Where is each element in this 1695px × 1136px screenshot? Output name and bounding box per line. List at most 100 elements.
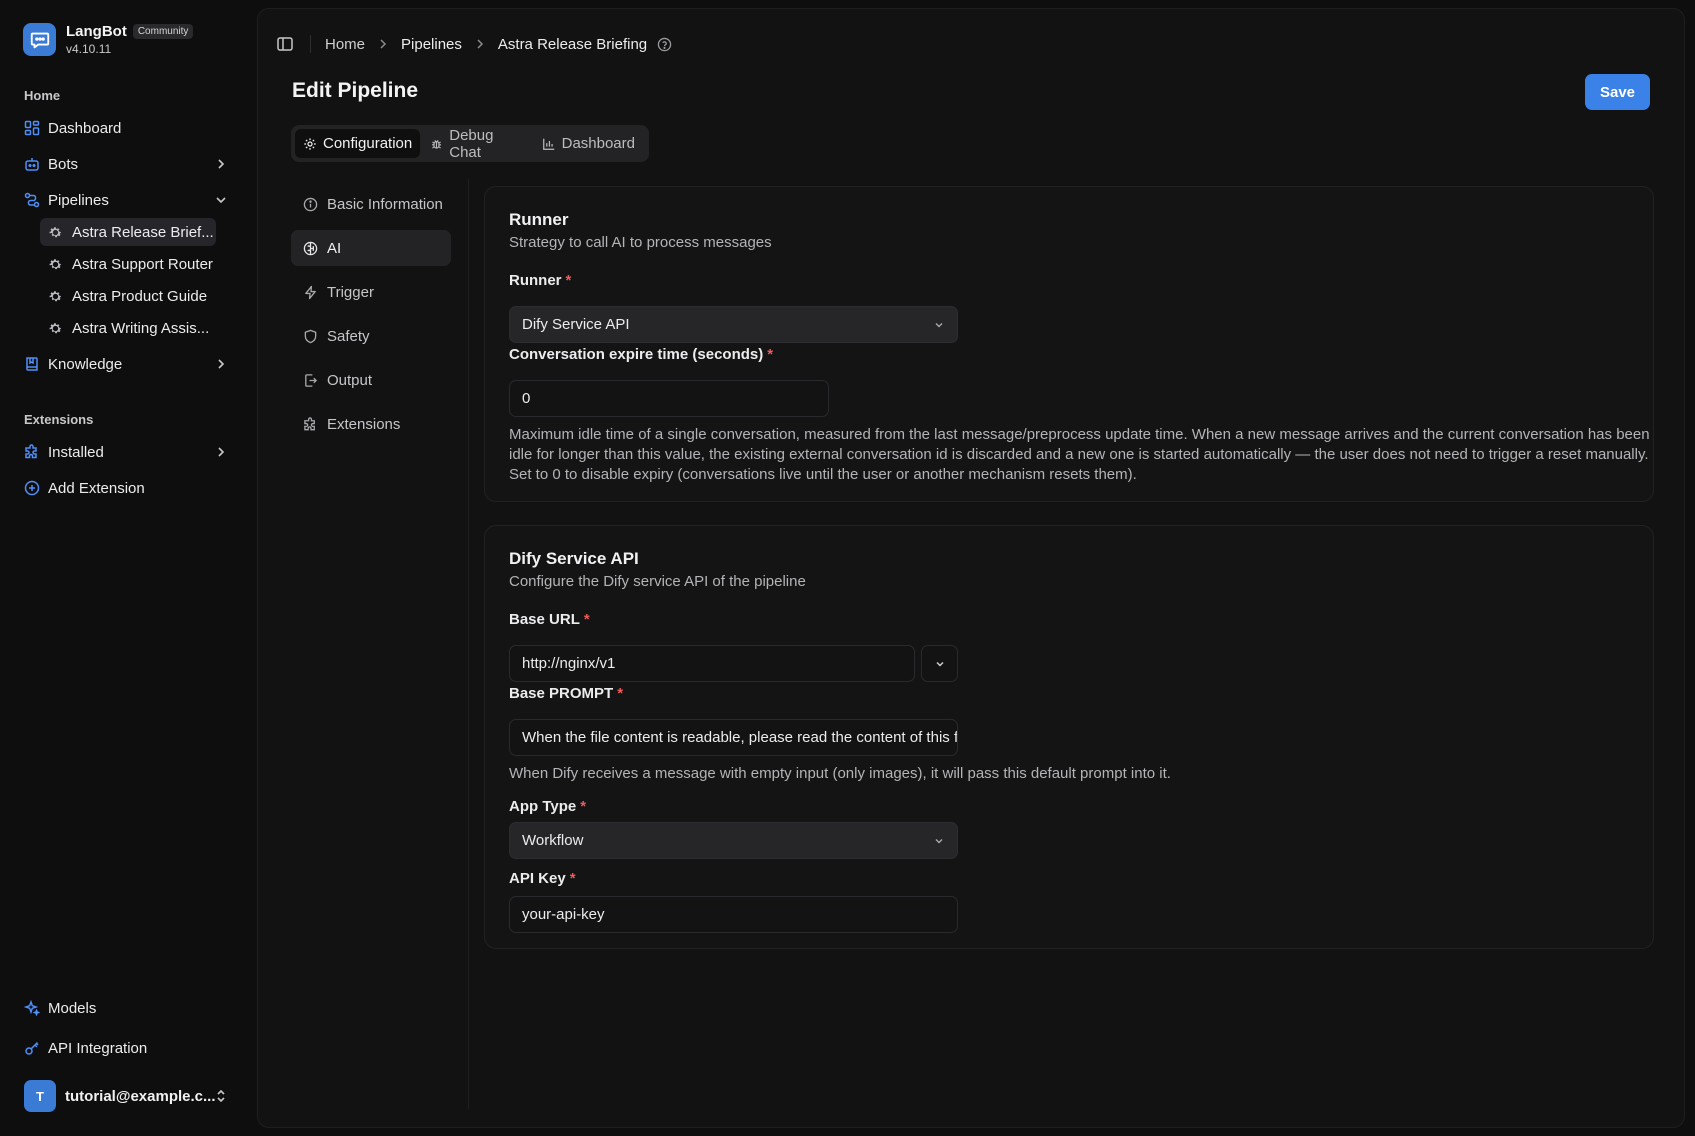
breadcrumb-home[interactable]: Home: [325, 36, 365, 53]
bar-chart-icon: [542, 138, 554, 150]
subnav-output[interactable]: Output: [291, 362, 451, 398]
user-menu[interactable]: T tutorial@example.c...: [16, 1078, 238, 1114]
avatar: T: [24, 1080, 56, 1112]
sidebar-item-installed[interactable]: Installed: [16, 437, 238, 467]
subnav-safety[interactable]: Safety: [291, 318, 451, 354]
sparkles-icon: [24, 1000, 40, 1016]
pipeline-item-label: Astra Support Router: [72, 255, 213, 273]
pipeline-item[interactable]: Astra Product Guide: [40, 282, 216, 310]
help-line: Set to 0 to disable expiry (conversation…: [509, 466, 1137, 483]
section-label-home: Home: [24, 88, 61, 103]
pipeline-item[interactable]: Astra Writing Assis...: [40, 314, 216, 342]
api-key-label: API Key *: [509, 870, 576, 887]
subnav-label: Basic Information: [327, 195, 443, 213]
chevrons-up-down-icon: [217, 1089, 225, 1103]
langbot-logo-icon: [23, 23, 56, 56]
subnav-trigger[interactable]: Trigger: [291, 274, 451, 310]
sidebar-toggle-icon[interactable]: [276, 35, 294, 53]
book-icon: [26, 357, 38, 371]
sidebar-item-label: Bots: [48, 155, 79, 173]
card-description: Strategy to call AI to process messages: [509, 234, 772, 251]
breadcrumb-pipelines[interactable]: Pipelines: [401, 36, 462, 53]
required-marker: *: [767, 346, 774, 363]
gear-icon: [304, 137, 316, 150]
card-description: Configure the Dify service API of the pi…: [509, 573, 806, 590]
tab-debug-chat[interactable]: Debug Chat: [422, 126, 531, 161]
app-type-select[interactable]: Workflow: [509, 822, 958, 859]
output-icon: [305, 373, 318, 387]
expire-time-input[interactable]: 0: [509, 380, 829, 417]
sidebar-item-knowledge[interactable]: Knowledge: [16, 349, 238, 379]
topbar: Home Pipelines Astra Release Briefing: [276, 31, 672, 57]
field-label-text: Runner: [509, 272, 562, 289]
chevron-right-icon: [218, 359, 225, 369]
pipeline-item-label: Astra Product Guide: [72, 287, 208, 305]
gear-icon: [49, 290, 62, 301]
base-url-input[interactable]: http://nginx/v1: [509, 645, 915, 682]
save-button[interactable]: Save: [1585, 74, 1650, 110]
required-marker: *: [617, 685, 624, 702]
tab-label: Dashboard: [561, 135, 635, 152]
chevron-right-icon: [218, 447, 225, 457]
gear-icon: [49, 322, 62, 333]
sidebar-item-pipelines[interactable]: Pipelines: [16, 185, 238, 215]
config-subnav: Basic Information AI Trigger Safety Outp…: [291, 186, 451, 450]
subnav-extensions[interactable]: Extensions: [291, 406, 451, 442]
tab-label: Debug Chat: [449, 126, 494, 161]
version-label: v4.10.11: [66, 42, 112, 56]
topbar-divider: [310, 35, 311, 53]
required-marker: *: [580, 798, 587, 815]
expire-help-text: Maximum idle time of a single conversati…: [509, 425, 1650, 485]
required-marker: *: [583, 611, 590, 628]
subnav-basic-information[interactable]: Basic Information: [291, 186, 451, 222]
key-icon: [25, 1041, 39, 1055]
expire-label: Conversation expire time (seconds) *: [509, 346, 773, 363]
tab-dashboard[interactable]: Dashboard: [534, 129, 643, 158]
sidebar-item-label: Dashboard: [48, 119, 122, 137]
plus-circle-icon: [24, 480, 40, 496]
brand[interactable]: LangBot Community v4.10.11: [23, 23, 194, 56]
select-value: Dify Service API: [522, 316, 630, 333]
subnav-ai[interactable]: AI: [291, 230, 451, 266]
chevron-down-icon: [935, 839, 943, 844]
required-marker: *: [569, 870, 576, 887]
select-value: Workflow: [522, 832, 584, 849]
base-prompt-help-text: When Dify receives a message with empty …: [509, 765, 1171, 782]
puzzle-icon: [304, 416, 315, 430]
subnav-label: AI: [327, 239, 342, 257]
sidebar-item-dashboard[interactable]: Dashboard: [16, 113, 238, 143]
sidebar-item-api-integration[interactable]: API Integration: [16, 1033, 238, 1063]
sidebar-item-add-extension[interactable]: Add Extension: [16, 473, 238, 503]
runner-label: Runner *: [509, 272, 571, 289]
main-panel: Home Pipelines Astra Release Briefing Ed…: [257, 8, 1685, 1128]
sidebar-item-label: Installed: [48, 443, 104, 461]
dify-card: Dify Service API Configure the Dify serv…: [484, 525, 1654, 949]
sidebar-item-label: Models: [48, 999, 97, 1017]
app-type-label: App Type *: [509, 798, 586, 815]
base-url-label: Base URL *: [509, 611, 590, 628]
tab-label: Configuration: [323, 135, 413, 152]
sidebar-item-models[interactable]: Models: [16, 993, 238, 1023]
user-email: tutorial@example.c...: [65, 1087, 216, 1105]
pipeline-item[interactable]: Astra Release Brief...: [40, 218, 216, 246]
sidebar-item-bots[interactable]: Bots: [16, 149, 238, 179]
runner-card: Runner Strategy to call AI to process me…: [484, 186, 1654, 502]
api-key-input[interactable]: your-api-key: [509, 896, 958, 933]
runner-select[interactable]: Dify Service API: [509, 306, 958, 343]
card-title: Runner: [509, 210, 569, 229]
section-label-extensions: Extensions: [24, 412, 94, 427]
pipeline-item-label: Astra Writing Assis...: [72, 319, 210, 337]
required-marker: *: [565, 272, 572, 289]
pipeline-item[interactable]: Astra Support Router: [40, 250, 216, 278]
base-prompt-input[interactable]: When the file content is readable, pleas…: [509, 719, 958, 756]
help-circle-icon[interactable]: [657, 37, 672, 52]
base-url-dropdown-button[interactable]: [921, 645, 958, 682]
tab-configuration[interactable]: Configuration: [295, 129, 421, 158]
subnav-label: Trigger: [327, 283, 374, 301]
chevron-right-icon: [477, 39, 483, 49]
base-prompt-label: Base PROMPT *: [509, 685, 623, 702]
field-label-text: Base URL: [509, 611, 580, 628]
card-title: Dify Service API: [509, 549, 639, 568]
sidebar-item-label: Pipelines: [48, 191, 109, 209]
chevron-right-icon: [218, 159, 225, 169]
